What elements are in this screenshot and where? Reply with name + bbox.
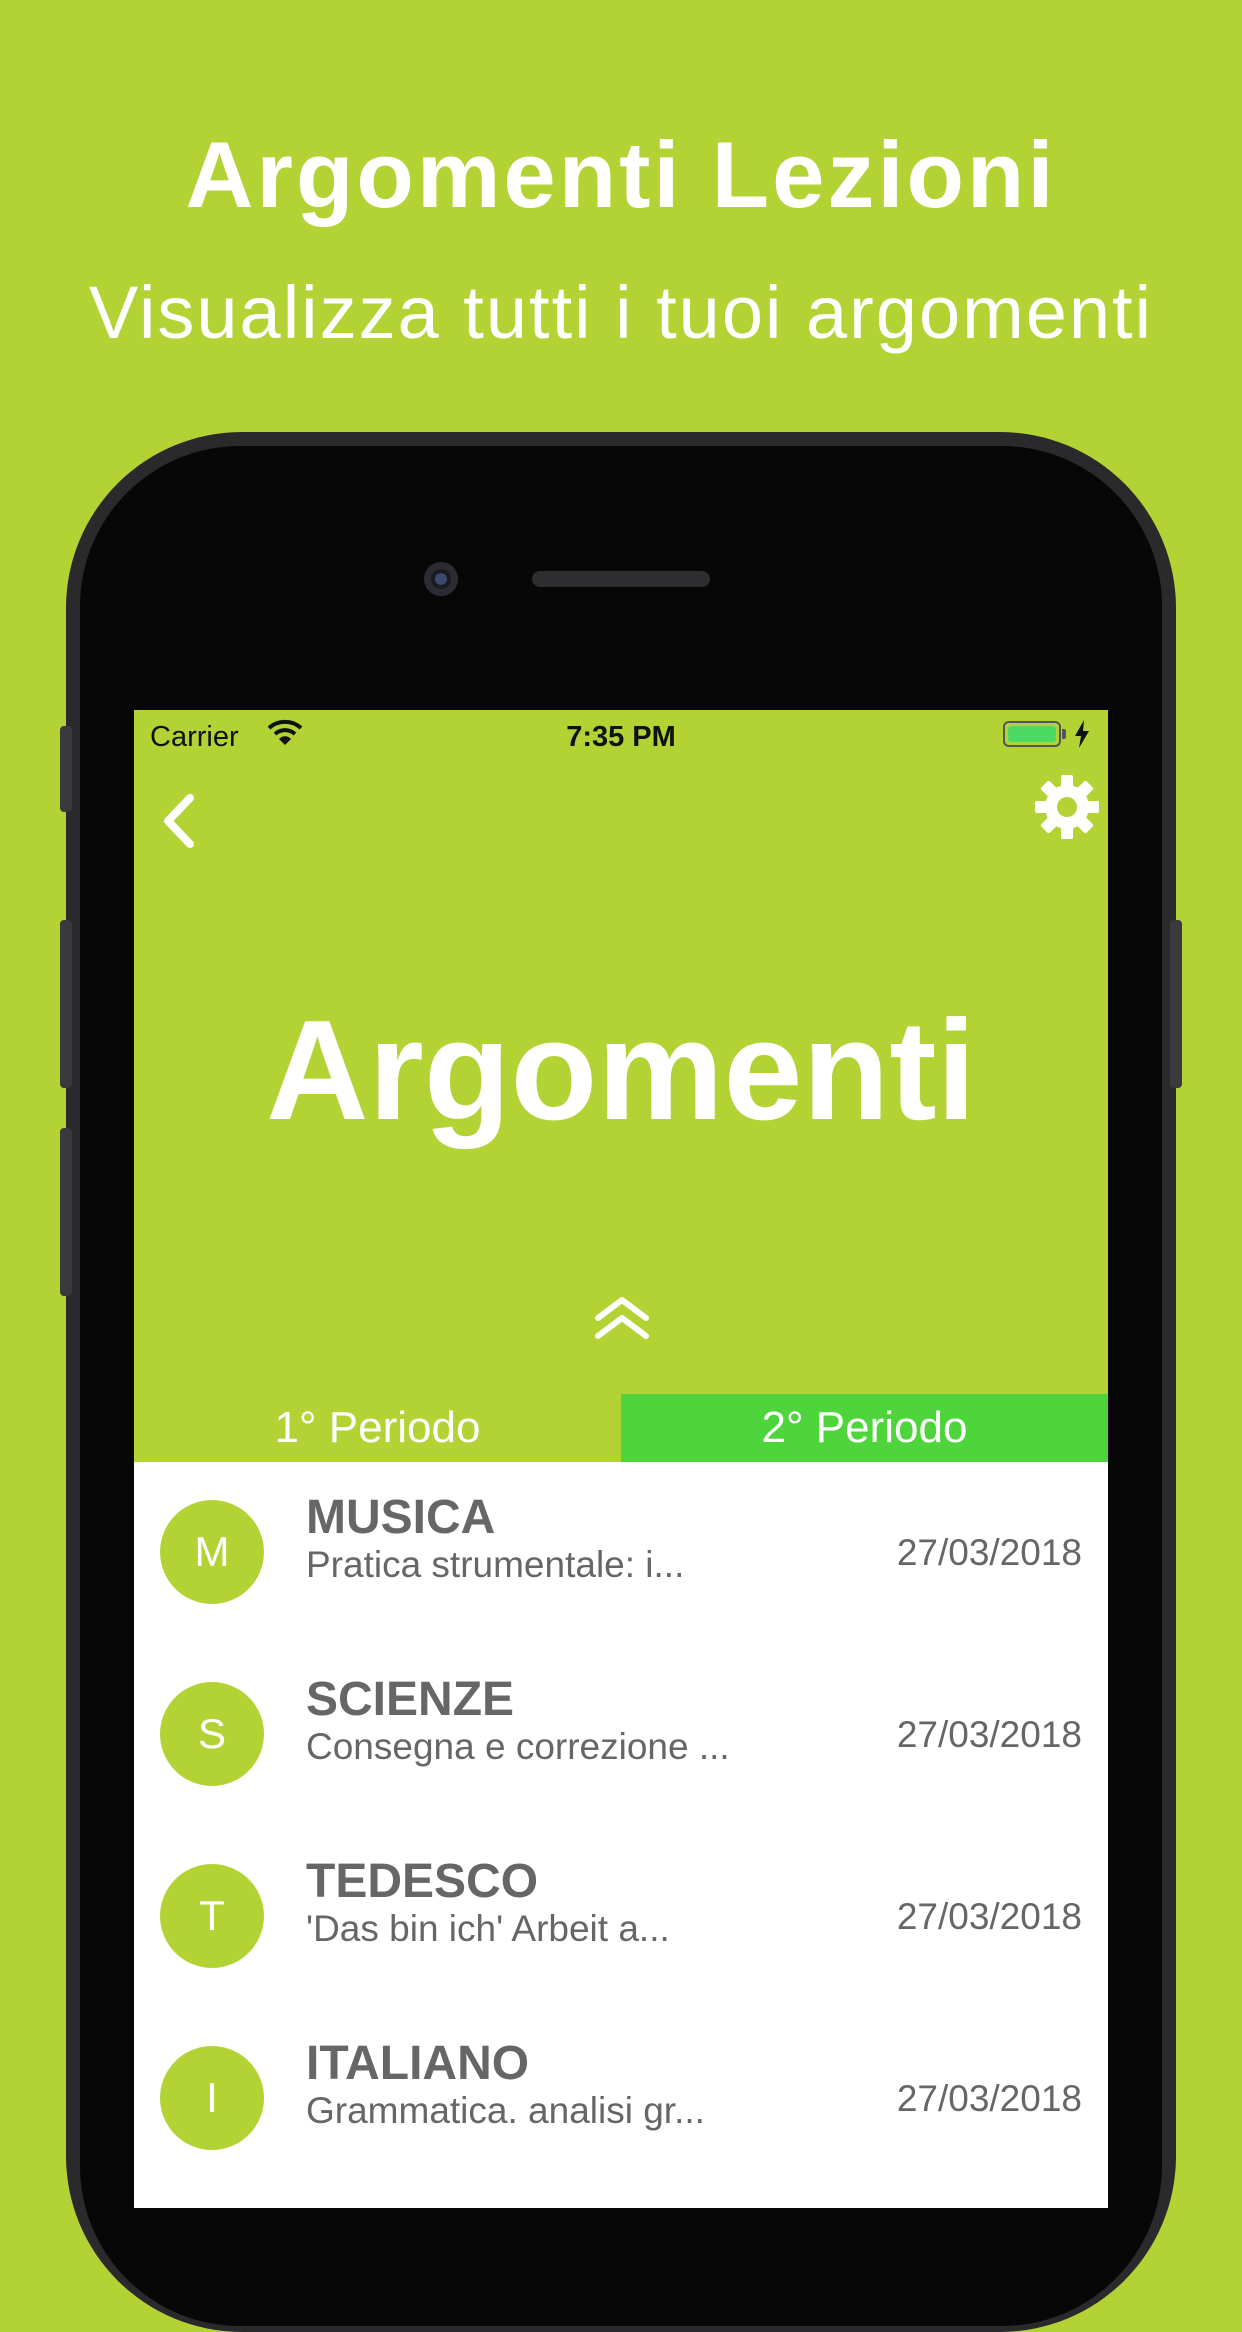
topic-date: 27/03/2018	[896, 1896, 1082, 1937]
topic-date: 27/03/2018	[896, 2078, 1082, 2119]
topic-description: Pratica strumentale: i...	[306, 1544, 685, 1585]
subject-avatar: T	[160, 1864, 264, 1968]
screen-title: Argomenti	[266, 991, 976, 1150]
subject-name: MUSICA	[306, 1491, 496, 1544]
topic-description: Consegna e correzione ...	[306, 1726, 730, 1767]
subject-avatar: I	[160, 2046, 264, 2150]
front-camera	[424, 562, 458, 596]
list-item[interactable]: M MUSICA Pratica strumentale: i... 27/03…	[134, 1462, 1108, 1644]
topic-description: 'Das bin ich' Arbeit a...	[306, 1908, 670, 1949]
double-chevron-up-icon[interactable]	[592, 1294, 652, 1342]
tab-first-period[interactable]: 1° Periodo	[134, 1394, 621, 1462]
chevron-left-icon	[164, 794, 194, 848]
topic-date: 27/03/2018	[896, 1532, 1082, 1573]
earpiece-speaker	[532, 571, 710, 587]
app-screen: Carrier 7:35 PM Argomenti 1° Periodo 2° …	[134, 710, 1108, 2208]
phone-volume-up	[60, 920, 72, 1088]
status-bar: Carrier 7:35 PM	[134, 710, 1108, 762]
settings-button[interactable]	[1032, 772, 1102, 842]
period-tabs: 1° Periodo 2° Periodo	[134, 1394, 1108, 1462]
subject-avatar: S	[160, 1682, 264, 1786]
topics-list: M MUSICA Pratica strumentale: i... 27/03…	[134, 1462, 1108, 2208]
subject-avatar: M	[160, 1500, 264, 1604]
gear-icon	[1035, 775, 1099, 839]
list-item[interactable]: S SCIENZE Consegna e correzione ... 27/0…	[134, 1644, 1108, 1826]
back-button[interactable]	[152, 786, 208, 856]
phone-power-button	[1170, 920, 1182, 1088]
list-item[interactable]: T TEDESCO 'Das bin ich' Arbeit a... 27/0…	[134, 1826, 1108, 2008]
battery-icon	[1003, 721, 1061, 747]
battery-tip	[1062, 729, 1066, 739]
status-time: 7:35 PM	[566, 721, 676, 753]
promo-title: Argomenti Lezioni	[185, 122, 1057, 227]
subject-name: TEDESCO	[306, 1855, 539, 1908]
list-item[interactable]: I ITALIANO Grammatica. analisi gr... 27/…	[134, 2008, 1108, 2190]
topic-description: Grammatica. analisi gr...	[306, 2090, 705, 2131]
phone-volume-down	[60, 1128, 72, 1296]
promo-subtitle: Visualizza tutti i tuoi argomenti	[88, 271, 1154, 354]
subject-name: SCIENZE	[306, 1673, 515, 1726]
subject-name: ITALIANO	[306, 2037, 530, 2090]
phone-mute-switch	[60, 726, 72, 812]
charging-bolt-icon	[1075, 720, 1089, 748]
tab-second-period[interactable]: 2° Periodo	[621, 1394, 1108, 1462]
topic-date: 27/03/2018	[896, 1714, 1082, 1755]
